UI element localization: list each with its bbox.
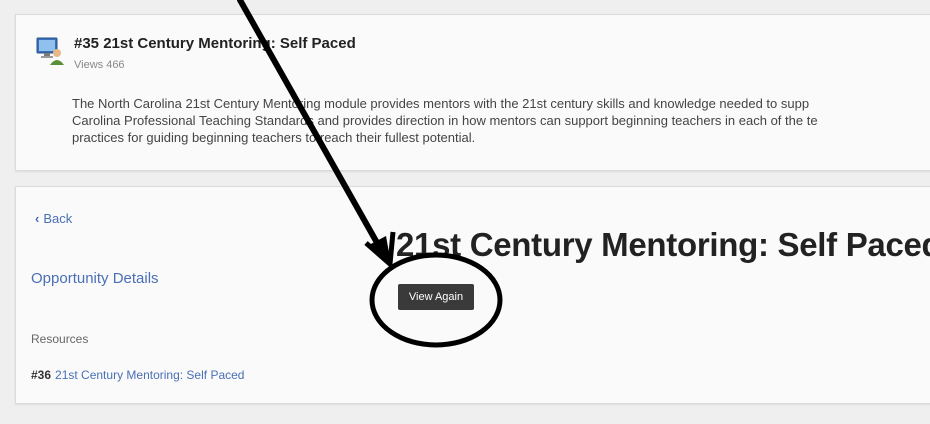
- back-link[interactable]: ‹ Back: [35, 211, 72, 226]
- page-title: 21st Century Mentoring: Self Paced: [396, 226, 930, 263]
- resource-item: #36 21st Century Mentoring: Self Paced: [31, 368, 244, 382]
- description-line: practices for guiding beginning teachers…: [72, 130, 476, 145]
- module-title: #35 21st Century Mentoring: Self Paced: [74, 35, 356, 52]
- module-summary-card: #35 21st Century Mentoring: Self Paced V…: [15, 14, 930, 171]
- module-view-count: Views 466: [74, 59, 125, 71]
- description-line: The North Carolina 21st Century Mentorin…: [72, 96, 810, 111]
- opportunity-details-link[interactable]: Opportunity Details: [31, 270, 159, 287]
- description-line: Carolina Professional Teaching Standards…: [72, 113, 818, 128]
- chevron-left-icon: ‹: [35, 211, 40, 226]
- computer-user-icon: [36, 37, 64, 65]
- view-again-button[interactable]: View Again: [398, 284, 474, 310]
- resources-label: Resources: [31, 332, 89, 346]
- opportunity-card: ‹ Back Opportunity Details Resources #36 2…: [15, 186, 930, 404]
- resource-number: #36: [31, 368, 52, 382]
- module-description: The North Carolina 21st Century Mentorin…: [72, 95, 930, 146]
- resource-link[interactable]: 21st Century Mentoring: Self Paced: [55, 368, 244, 382]
- back-label: Back: [43, 211, 73, 226]
